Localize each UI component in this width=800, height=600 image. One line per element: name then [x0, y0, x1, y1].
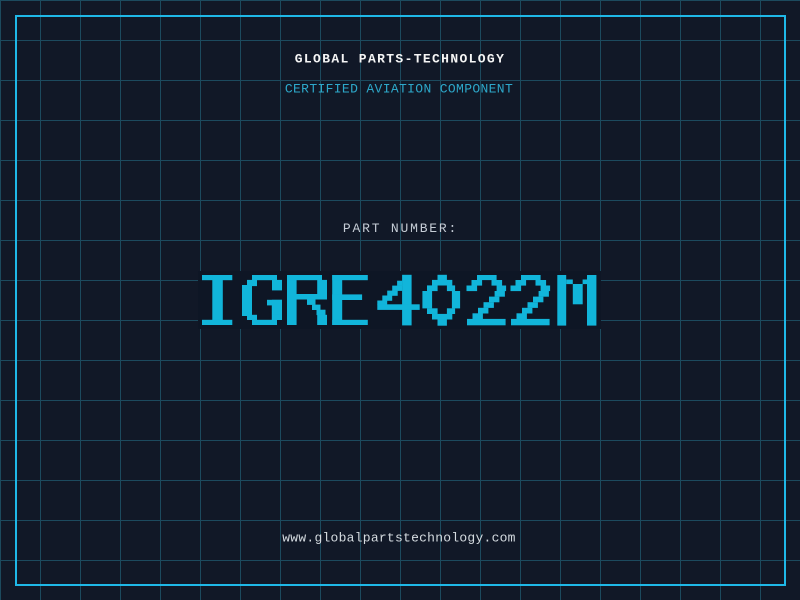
svg-text:GLOBAL PARTS-TECHNOLOGY: GLOBAL PARTS-TECHNOLOGY: [295, 52, 505, 67]
svg-text:CERTIFIED AVIATION COMPONENT: CERTIFIED AVIATION COMPONENT: [285, 82, 513, 97]
svg-text:www.globalpartstechnology.com: www.globalpartstechnology.com: [282, 531, 516, 546]
svg-text:PART NUMBER:: PART NUMBER:: [343, 221, 458, 236]
